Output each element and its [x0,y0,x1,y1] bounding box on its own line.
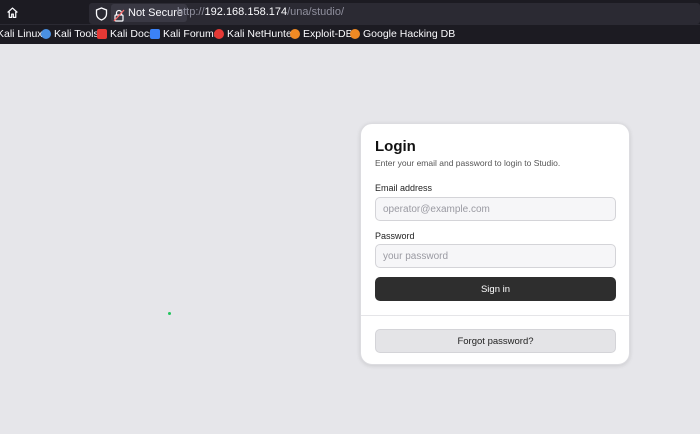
url-protocol: http:// [177,6,205,18]
url-host: 192.168.158.174 [204,6,288,18]
url-path: /una/studio/ [287,6,344,18]
forgot-password-button[interactable]: Forgot password? [375,329,616,353]
exploit-db-icon [290,29,300,39]
bookmark-kali-linux[interactable]: Kali Linux [0,28,43,40]
email-label: Email address [375,183,433,193]
ghdb-icon [350,29,360,39]
security-label: Not Secure [128,7,184,19]
url-text[interactable]: http://192.168.158.174/una/studio/ [177,6,344,18]
bookmark-label: Google Hacking DB [363,28,456,40]
insecure-lock-icon [113,7,125,22]
kali-tools-icon [41,29,51,39]
bookmark-label: Kali NetHunter [227,28,296,40]
cursor-dot [168,312,171,315]
sign-in-button[interactable]: Sign in [375,277,616,301]
bookmark-label: Kali Forums [163,28,220,40]
bookmark-label: Kali Tools [54,28,99,40]
bookmark-kali-nethunter[interactable]: Kali NetHunter [214,28,295,40]
bookmark-label: Exploit-DB [303,28,353,40]
bookmarks-toolbar: Kali Linux Kali Tools Kali Docs Kali For… [0,25,700,44]
password-field[interactable] [375,244,616,268]
password-label: Password [375,231,415,241]
divider [361,315,629,316]
email-field[interactable] [375,197,616,221]
kali-docs-icon [97,29,107,39]
page-content: Login Enter your email and password to l… [0,44,700,434]
bookmark-google-hacking-db[interactable]: Google Hacking DB [350,28,455,40]
bookmark-kali-docs[interactable]: Kali Docs [97,28,154,40]
nethunter-icon [214,29,224,39]
home-icon[interactable] [4,4,21,21]
address-bar[interactable]: Not Secure http://192.168.158.174/una/st… [89,3,700,24]
shield-icon[interactable] [95,6,108,21]
bookmark-label: Kali Docs [110,28,155,40]
bookmark-kali-forums[interactable]: Kali Forums [150,28,219,40]
security-indicator[interactable]: Not Secure [111,4,188,22]
login-card: Login Enter your email and password to l… [360,123,630,365]
bookmark-exploit-db[interactable]: Exploit-DB [290,28,353,40]
login-subtitle: Enter your email and password to login t… [375,158,561,168]
bookmark-kali-tools[interactable]: Kali Tools [41,28,99,40]
kali-forums-icon [150,29,160,39]
browser-toolbar: Not Secure http://192.168.158.174/una/st… [0,0,700,25]
login-title: Login [375,138,416,155]
bookmark-label: Kali Linux [0,28,43,40]
